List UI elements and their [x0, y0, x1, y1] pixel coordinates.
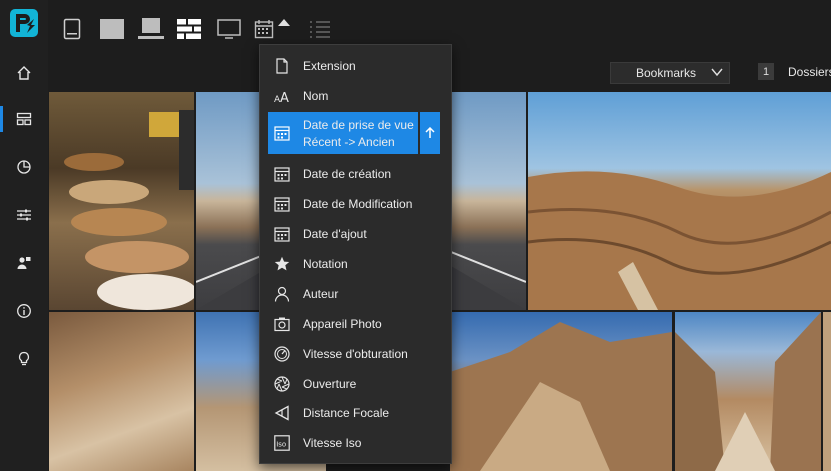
focal-length-icon — [274, 405, 289, 421]
sort-by-rating[interactable]: Notation — [260, 249, 451, 279]
sort-option-label: Date de prise de vue Récent -> Ancien — [303, 117, 414, 151]
sliders-icon — [17, 209, 31, 221]
mosaic-view-button[interactable] — [174, 14, 204, 44]
sort-menu: Extension AA Nom Date de prise de vue Réc… — [259, 44, 452, 464]
sort-option-label: Appareil Photo — [303, 317, 382, 331]
photo-thumbnail-market[interactable] — [49, 92, 194, 310]
svg-text:A: A — [280, 91, 289, 104]
info-icon — [17, 304, 31, 318]
caret-up-icon — [278, 19, 290, 26]
app-logo — [10, 9, 38, 37]
mosaic-icon — [177, 19, 201, 39]
sort-option-label: Notation — [303, 257, 348, 271]
sort-by-focal-length[interactable]: Distance Focale — [260, 398, 451, 428]
people-icon — [17, 257, 31, 269]
sort-option-label: Date d'ajout — [303, 227, 367, 241]
calendar-icon — [274, 197, 290, 212]
star-icon — [274, 256, 290, 271]
photo-thumbnail-rocks-1[interactable] — [49, 312, 194, 471]
sort-by-iso[interactable]: Iso Vitesse Iso — [260, 428, 451, 458]
file-icon — [276, 58, 288, 74]
grid-icon — [16, 112, 32, 126]
sort-by-modification-date[interactable]: Date de Modification — [260, 189, 451, 219]
nav-library[interactable] — [0, 102, 48, 136]
filmstrip-view-button[interactable] — [136, 14, 166, 44]
person-icon — [274, 286, 290, 302]
calendar-icon — [274, 227, 290, 242]
arrow-up-icon — [425, 127, 435, 138]
calendar-icon — [254, 20, 274, 39]
chevron-down-icon — [711, 68, 723, 77]
photo-thumbnail-edge[interactable] — [823, 312, 831, 471]
sort-by-extension[interactable]: Extension — [260, 51, 451, 81]
photo-thumbnail-canyon[interactable] — [528, 92, 831, 310]
screen-view-button[interactable] — [214, 14, 244, 44]
sort-option-label: Nom — [303, 89, 329, 103]
nav-info[interactable] — [0, 294, 48, 328]
iso-icon: Iso — [274, 435, 290, 451]
large-view-button[interactable] — [97, 14, 127, 44]
lightbulb-icon — [18, 351, 30, 366]
sort-direction-button[interactable] — [420, 112, 440, 154]
sort-by-added-date[interactable]: Date d'ajout — [260, 219, 451, 249]
shutter-speed-icon — [274, 346, 290, 362]
square-icon — [100, 19, 124, 39]
font-size-icon: AA — [274, 91, 289, 104]
sort-by-aperture[interactable]: Ouverture — [260, 369, 451, 399]
pie-chart-icon — [17, 160, 31, 174]
nav-adjustments[interactable] — [0, 198, 48, 232]
calendar-icon — [274, 167, 290, 182]
photo-thumbnail-rocks-3[interactable] — [450, 312, 672, 471]
sort-by-creation-date[interactable]: Date de création — [260, 159, 451, 189]
list-icon — [310, 21, 330, 38]
camera-icon — [274, 317, 290, 332]
aperture-icon — [274, 376, 290, 392]
single-view-button[interactable] — [57, 14, 87, 44]
sort-option-label: Date de Modification — [303, 197, 413, 211]
filmstrip-icon — [138, 18, 164, 39]
sort-by-name[interactable]: AA Nom — [260, 81, 451, 111]
monitor-icon — [217, 19, 241, 39]
sort-option-label: Vitesse Iso — [303, 436, 362, 450]
svg-text:Iso: Iso — [276, 441, 286, 449]
nav-tips[interactable] — [0, 342, 48, 376]
nav-statistics[interactable] — [0, 150, 48, 184]
sort-option-label: Extension — [303, 59, 356, 73]
sort-option-label: Vitesse d'obturation — [303, 347, 408, 361]
sort-option-label: Auteur — [303, 287, 339, 301]
sort-option-label: Distance Focale — [303, 406, 390, 420]
sort-option-label: Date de création — [303, 167, 392, 181]
home-icon — [17, 66, 31, 80]
nav-home[interactable] — [0, 56, 48, 90]
folders-label[interactable]: Dossiers — [788, 65, 831, 79]
bookmarks-label: Bookmarks — [636, 66, 697, 80]
bookmarks-dropdown[interactable]: Bookmarks — [610, 62, 730, 84]
sort-option-label: Ouverture — [303, 377, 357, 391]
sort-by-shutter-speed[interactable]: Vitesse d'obturation — [260, 339, 451, 369]
sort-by-camera[interactable]: Appareil Photo — [260, 309, 451, 339]
details-list-button[interactable] — [305, 14, 335, 44]
sidebar — [0, 0, 48, 471]
sort-by-date-taken[interactable]: Date de prise de vue Récent -> Ancien — [268, 112, 418, 154]
sort-option-title: Date de prise de vue — [303, 118, 414, 132]
folders-count-badge: 1 — [758, 63, 774, 80]
photo-thumbnail-rocks-4[interactable] — [675, 312, 821, 471]
sort-order-label: Récent -> Ancien — [303, 135, 395, 149]
sort-button[interactable] — [254, 14, 298, 44]
calendar-icon — [274, 126, 290, 141]
sort-by-author[interactable]: Auteur — [260, 279, 451, 309]
nav-people[interactable] — [0, 246, 48, 280]
book-icon — [63, 18, 81, 40]
